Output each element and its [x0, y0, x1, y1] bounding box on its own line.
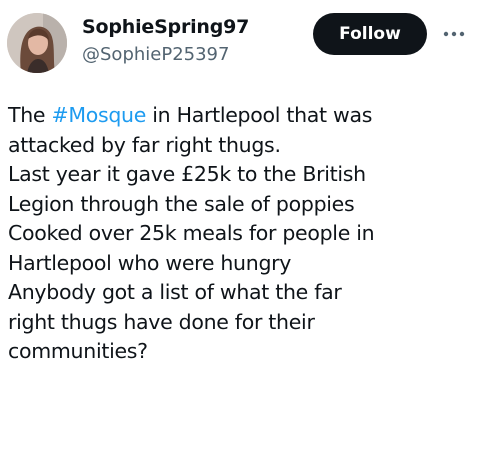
user-info: SophieSpring97 @SophieP25397: [82, 14, 249, 68]
tweet-text: The #Mosque in Hartlepool that was attac…: [8, 101, 476, 367]
user-handle[interactable]: @SophieP25397: [82, 42, 249, 68]
tweet-line: Last year it gave £25k to the British: [8, 162, 366, 186]
tweet-line: right thugs have done for their: [8, 309, 315, 334]
tweet-text-segment: in Hartlepool that was: [146, 103, 373, 127]
tweet-line: Legion through the sale of poppies: [8, 191, 355, 216]
tweet-line: attacked by far right thugs.: [8, 132, 281, 157]
display-name[interactable]: SophieSpring97: [82, 14, 249, 40]
tweet-line: Hartlepool who were hungry: [8, 250, 292, 275]
tweet-line: Anybody got a list of what the far: [8, 280, 342, 304]
hashtag-link[interactable]: #Mosque: [51, 103, 146, 127]
tweet-line: Cooked over 25k meals for people in: [8, 221, 375, 245]
avatar[interactable]: [7, 13, 67, 73]
follow-button[interactable]: Follow: [313, 13, 427, 55]
tweet-text-segment: The: [8, 103, 52, 127]
tweet-line: The #Mosque in Hartlepool that was: [8, 101, 476, 131]
more-horizontal-icon[interactable]: [441, 24, 467, 44]
avatar-photo: [7, 13, 67, 73]
tweet-card: SophieSpring97 @SophieP25397 Follow The …: [0, 0, 480, 466]
tweet-line: communities?: [8, 339, 148, 363]
